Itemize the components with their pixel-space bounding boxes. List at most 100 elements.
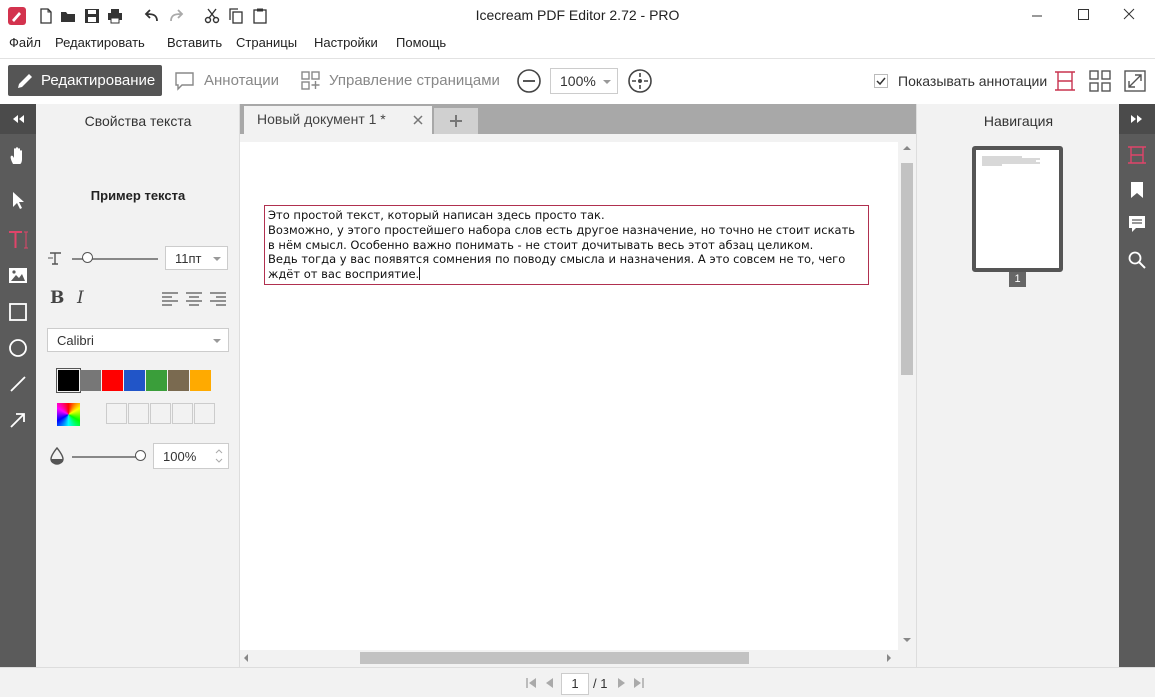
speech-bubble-icon — [175, 72, 194, 91]
single-page-view-button[interactable] — [1053, 69, 1077, 93]
font-size-icon — [48, 252, 61, 265]
first-page-icon[interactable] — [525, 676, 537, 690]
tools-strip — [0, 104, 36, 667]
menu-settings[interactable]: Настройки — [314, 35, 378, 50]
font-size-value: 11пт — [175, 251, 202, 266]
annotations-mode-button[interactable]: Аннотации — [172, 65, 288, 96]
empty-color-slot[interactable] — [150, 403, 171, 424]
image-icon — [9, 268, 27, 283]
grid-view-icon — [1089, 70, 1111, 92]
color-swatch[interactable] — [80, 370, 101, 391]
menu-insert[interactable]: Вставить — [167, 35, 222, 50]
hand-tool[interactable] — [0, 138, 36, 174]
annotations-mode-label: Аннотации — [204, 72, 279, 89]
show-annotations-checkbox[interactable] — [874, 74, 888, 88]
scroll-right-icon[interactable] — [883, 650, 895, 666]
page-thumbnail[interactable] — [972, 146, 1063, 272]
close-button[interactable] — [1106, 4, 1152, 28]
edit-mode-button[interactable]: Редактирование — [8, 65, 162, 96]
rectangle-icon — [9, 303, 27, 321]
fullscreen-icon — [1124, 70, 1146, 92]
opacity-slider-handle[interactable] — [135, 450, 146, 461]
maximize-button[interactable] — [1060, 4, 1106, 28]
select-tool[interactable] — [0, 182, 36, 218]
page-management-button[interactable]: Управление страницами — [298, 65, 508, 96]
zoom-select[interactable]: 100% — [550, 68, 618, 94]
single-page-icon — [1055, 71, 1075, 91]
vertical-scrollbar-thumb[interactable] — [901, 163, 913, 375]
arrow-tool[interactable] — [0, 402, 36, 438]
scroll-left-icon[interactable] — [240, 650, 252, 666]
text-line-last: ждёт от вас восприятие. — [268, 267, 421, 282]
total-pages: / 1 — [593, 676, 608, 691]
text-sample: Пример текста — [90, 188, 186, 203]
arrow-icon — [10, 413, 25, 428]
ellipse-tool[interactable] — [0, 330, 36, 366]
empty-color-slot[interactable] — [128, 403, 149, 424]
add-tab-button[interactable] — [434, 108, 478, 134]
text-caret — [419, 267, 421, 281]
menu-pages[interactable]: Страницы — [236, 35, 297, 50]
comments-tab[interactable] — [1119, 206, 1155, 242]
chevron-down-icon — [603, 80, 611, 84]
search-tab[interactable] — [1119, 242, 1155, 278]
scroll-down-icon[interactable] — [899, 634, 915, 646]
color-swatch[interactable] — [190, 370, 211, 391]
previous-page-icon[interactable] — [543, 676, 555, 690]
menu-help[interactable]: Помощь — [396, 35, 446, 50]
close-tab-icon[interactable] — [412, 114, 424, 126]
font-size-select[interactable]: 11пт — [165, 246, 228, 270]
collapse-right-button[interactable] — [1119, 104, 1155, 134]
align-left-icon[interactable] — [161, 291, 179, 307]
search-icon — [1128, 251, 1146, 269]
text-tool[interactable] — [0, 221, 36, 257]
opacity-slider-track[interactable] — [72, 456, 142, 458]
color-swatch[interactable] — [146, 370, 167, 391]
circle-icon — [9, 339, 27, 357]
color-swatch[interactable] — [168, 370, 189, 391]
empty-color-slot[interactable] — [172, 403, 193, 424]
page-navigation-tab[interactable] — [1119, 136, 1155, 172]
color-swatch[interactable] — [56, 368, 81, 393]
bold-button[interactable]: B — [50, 288, 64, 308]
zoom-out-button[interactable] — [516, 68, 542, 94]
pages-icon — [1128, 146, 1146, 164]
collapse-left-button[interactable] — [0, 104, 36, 134]
grid-view-button[interactable] — [1088, 69, 1112, 93]
status-bar: 1 / 1 — [0, 667, 1155, 697]
rectangle-tool[interactable] — [0, 294, 36, 330]
fullscreen-button[interactable] — [1123, 69, 1147, 93]
align-right-icon[interactable] — [209, 291, 227, 307]
scroll-up-icon[interactable] — [899, 142, 915, 154]
edit-mode-label: Редактирование — [41, 72, 156, 89]
color-swatch[interactable] — [102, 370, 123, 391]
italic-button[interactable]: I — [77, 288, 84, 308]
color-swatch[interactable] — [124, 370, 145, 391]
bookmarks-tab[interactable] — [1119, 172, 1155, 208]
tab-document[interactable]: Новый документ 1 * — [244, 106, 432, 134]
zoom-fit-button[interactable] — [627, 68, 653, 94]
title-bar: Icecream PDF Editor 2.72 - PRO — [0, 0, 1155, 32]
empty-color-slot[interactable] — [194, 403, 215, 424]
custom-color-button[interactable] — [57, 403, 80, 426]
minimize-button[interactable] — [1014, 4, 1060, 28]
thumbnail-page-number: 1 — [1009, 272, 1026, 287]
next-page-icon[interactable] — [616, 676, 628, 690]
font-family-select[interactable]: Calibri — [47, 328, 229, 352]
menu-edit[interactable]: Редактировать — [55, 35, 145, 50]
line-tool[interactable] — [0, 366, 36, 402]
menu-file[interactable]: Файл — [9, 35, 41, 50]
align-center-icon[interactable] — [185, 291, 203, 307]
current-page-input[interactable]: 1 — [561, 673, 589, 695]
image-tool[interactable] — [0, 258, 36, 294]
last-page-icon[interactable] — [633, 676, 645, 690]
text-properties-panel: Свойства текста Пример текста 11пт B I C… — [36, 104, 240, 667]
opacity-input[interactable]: 100% — [153, 443, 229, 469]
empty-color-slot[interactable] — [106, 403, 127, 424]
font-size-slider-handle[interactable] — [82, 252, 93, 263]
horizontal-scrollbar-thumb[interactable] — [360, 652, 749, 664]
zoom-value: 100% — [560, 73, 596, 89]
text-block[interactable]: Это простой текст, который написан здесь… — [264, 205, 869, 285]
bookmark-icon — [1131, 182, 1143, 198]
double-chevron-right-icon — [1131, 115, 1142, 123]
